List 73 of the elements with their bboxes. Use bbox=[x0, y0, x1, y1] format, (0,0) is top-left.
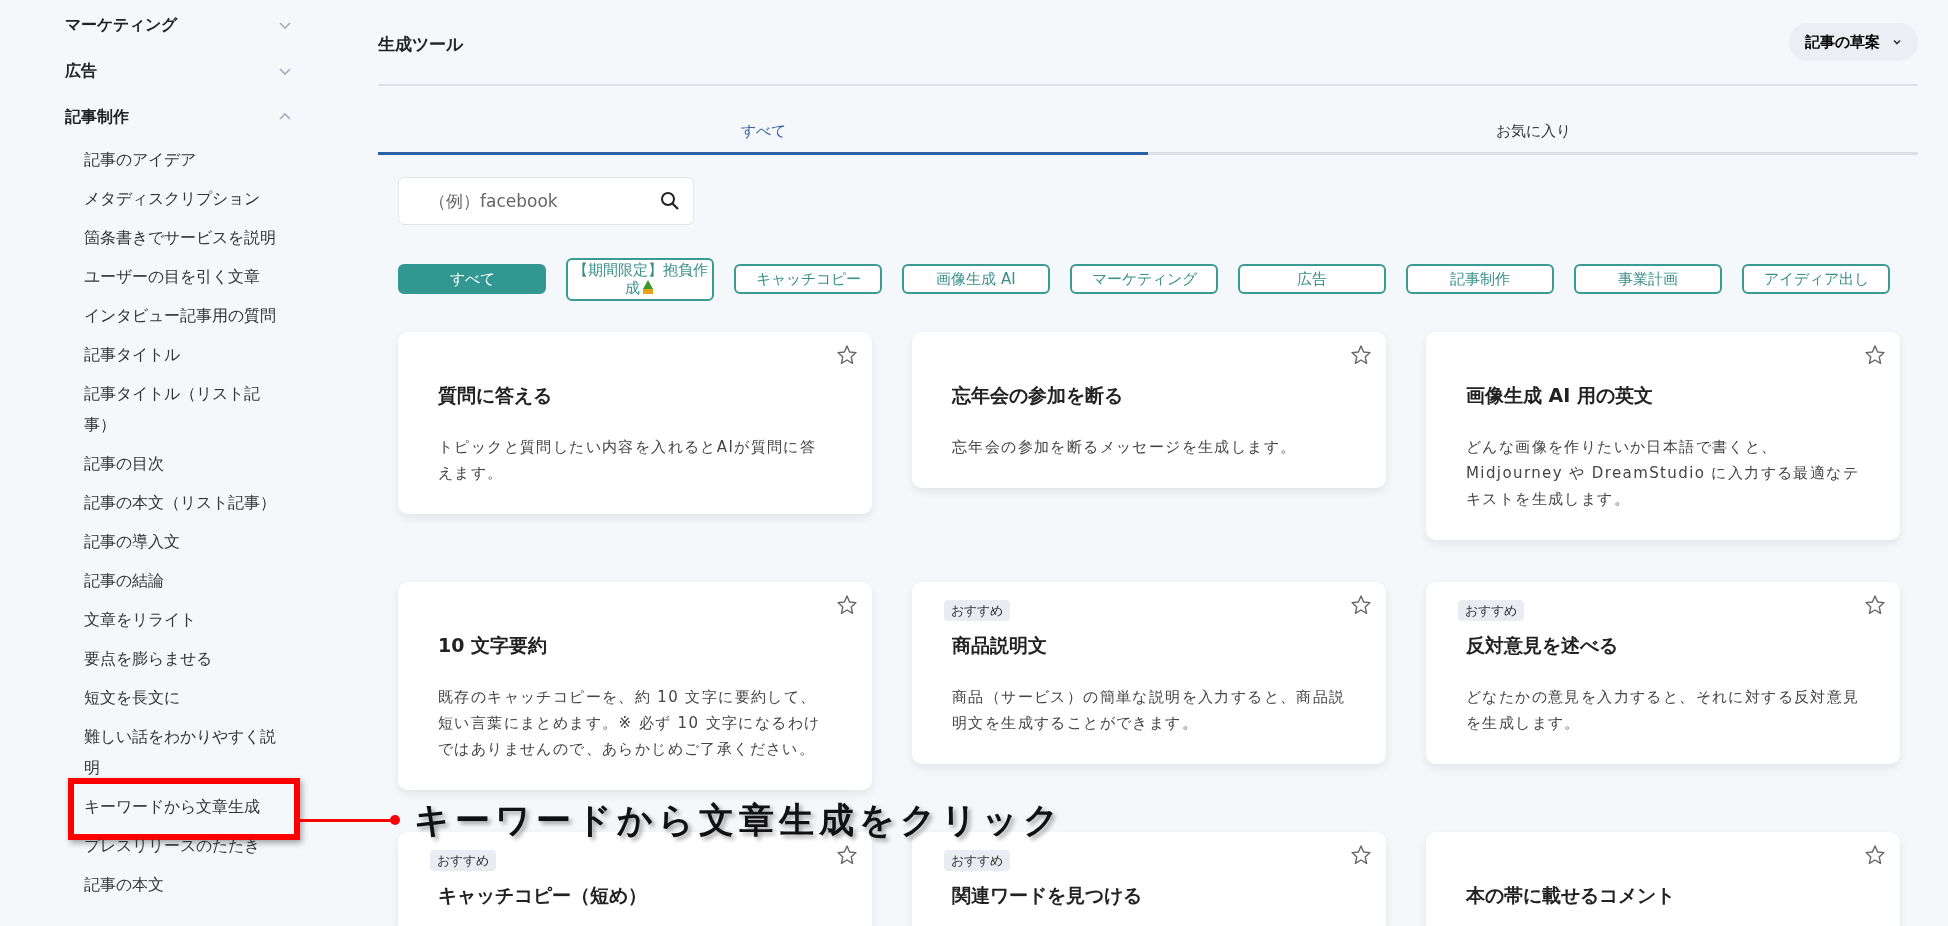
star-icon[interactable] bbox=[836, 593, 858, 616]
recommended-tag: おすすめ bbox=[944, 849, 1010, 871]
sidebar-item[interactable]: 記事の結論 bbox=[65, 561, 330, 600]
card-description: 既存のキャッチコピーを、約 10 文字に要約して、短い言葉にまとめます。※ 必ず 10 文字になるわけではありませんので、あらかじめご了承ください。 bbox=[438, 686, 822, 760]
recommended-tag: おすすめ bbox=[430, 849, 496, 871]
tab[interactable]: すべて bbox=[378, 86, 1148, 155]
star-icon[interactable] bbox=[1350, 343, 1372, 366]
tool-card[interactable]: 質問に答える トピックと質問したい内容を入れるとAIが質問に答えます。 bbox=[398, 331, 872, 514]
tool-card[interactable]: 忘年会の参加を断る 忘年会の参加を断るメッセージを生成します。 bbox=[912, 331, 1386, 488]
sidebar-item[interactable]: 記事タイトル（リスト記事） bbox=[65, 374, 330, 444]
card-description: どなたかの意見を入力すると、それに対する反対意見を生成します。 bbox=[1466, 686, 1860, 734]
annotation-dot bbox=[390, 815, 400, 825]
card-title: キャッチコピー（短め） bbox=[438, 882, 648, 908]
recommended-tag: おすすめ bbox=[1458, 599, 1524, 621]
sidebar-item[interactable]: 記事の目次 bbox=[65, 444, 330, 483]
card-title: 質問に答える bbox=[438, 382, 553, 408]
sidebar-item[interactable]: インタビュー記事用の質問 bbox=[65, 296, 330, 335]
section-label: 記事制作 bbox=[65, 106, 129, 128]
sidebar-item[interactable]: ユーザーの目を引く文章 bbox=[65, 257, 330, 296]
star-icon[interactable] bbox=[836, 843, 858, 866]
card-description: トピックと質問したい内容を入れるとAIが質問に答えます。 bbox=[438, 436, 818, 484]
filter-chip[interactable]: 記事制作 bbox=[1406, 264, 1554, 294]
sidebar-item[interactable]: 記事タイトル bbox=[65, 335, 330, 374]
sidebar-section[interactable]: 広告 bbox=[65, 48, 330, 94]
card-title: 関連ワードを見つける bbox=[952, 882, 1143, 908]
filter-chip[interactable]: 画像生成 AI bbox=[902, 264, 1050, 294]
tool-card[interactable]: 10 文字要約 既存のキャッチコピーを、約 10 文字に要約して、短い言葉にまとめます。※ 必ず 10 文字になるわけではありませんので、あらかじめご了承ください。 bbox=[398, 581, 872, 790]
sidebar-item[interactable]: 記事の本文 bbox=[65, 865, 330, 904]
sidebar-item[interactable]: 短文を長文に bbox=[65, 678, 330, 717]
star-icon[interactable] bbox=[1350, 593, 1372, 616]
tool-card[interactable]: おすすめ 商品説明文 商品（サービス）の簡単な説明を入力すると、商品説明文を生成することができます。 bbox=[912, 581, 1386, 764]
card-description: どんな画像を作りたいか日本語で書くと、Midjourney や DreamStudio に入力する最適なテキストを生成します。 bbox=[1466, 436, 1860, 510]
card-title: 画像生成 AI 用の英文 bbox=[1466, 382, 1654, 408]
search-icon bbox=[660, 190, 680, 211]
sidebar-section[interactable]: 記事制作 bbox=[65, 94, 330, 140]
tool-card[interactable]: 画像生成 AI 用の英文 どんな画像を作りたいか日本語で書くと、Midjourney や DreamStudio に入力する最適なテキストを生成します。 bbox=[1426, 331, 1900, 540]
filter-chip[interactable]: アイディア出し bbox=[1742, 264, 1890, 294]
card-title: 10 文字要約 bbox=[438, 632, 549, 658]
tab[interactable]: お気に入り bbox=[1148, 86, 1918, 155]
filter-chip[interactable]: マーケティング bbox=[1070, 264, 1218, 294]
card-description: 商品（サービス）の簡単な説明を入力すると、商品説明文を生成することができます。 bbox=[952, 686, 1346, 734]
draft-dropdown[interactable]: 記事の草案 bbox=[1789, 22, 1918, 62]
filter-chip[interactable]: 広告 bbox=[1238, 264, 1386, 294]
page-title: 生成ツール bbox=[378, 33, 463, 57]
tool-card[interactable]: 本の帯に載せるコメント bbox=[1426, 831, 1900, 926]
sidebar-item[interactable]: 箇条書きでサービスを説明 bbox=[65, 218, 330, 257]
filter-chip[interactable]: 【期間限定】抱負作成 bbox=[566, 257, 714, 301]
filter-chip[interactable]: 事業計画 bbox=[1574, 264, 1722, 294]
filter-chip[interactable]: すべて bbox=[398, 264, 546, 294]
star-icon[interactable] bbox=[1864, 593, 1886, 616]
caret-icon bbox=[1892, 37, 1902, 47]
sidebar-item[interactable]: メタディスクリプション bbox=[65, 179, 330, 218]
star-icon[interactable] bbox=[1350, 843, 1372, 866]
star-icon[interactable] bbox=[1864, 343, 1886, 366]
filter-chip[interactable]: キャッチコピー bbox=[734, 264, 882, 294]
card-description: 忘年会の参加を断るメッセージを生成します。 bbox=[952, 436, 1298, 458]
recommended-tag: おすすめ bbox=[944, 599, 1010, 621]
sidebar-item[interactable]: 記事の導入文 bbox=[65, 522, 330, 561]
section-label: マーケティング bbox=[65, 14, 177, 36]
star-icon[interactable] bbox=[1864, 843, 1886, 866]
sidebar-item[interactable]: 記事の本文（リスト記事） bbox=[65, 483, 330, 522]
sidebar-item[interactable]: 記事のアイデア bbox=[65, 140, 330, 179]
card-title: 反対意見を述べる bbox=[1466, 632, 1619, 658]
sidebar-item[interactable]: 文章をリライト bbox=[65, 600, 330, 639]
sidebar-section[interactable]: マーケティング bbox=[65, 2, 330, 48]
card-title: 商品説明文 bbox=[952, 632, 1048, 658]
section-label: 広告 bbox=[65, 60, 97, 82]
tool-card[interactable]: おすすめ 反対意見を述べる どなたかの意見を入力すると、それに対する反対意見を生成します。 bbox=[1426, 581, 1900, 764]
sidebar-item[interactable]: 要点を膨らませる bbox=[65, 639, 330, 678]
star-icon[interactable] bbox=[836, 343, 858, 366]
card-title: 本の帯に載せるコメント bbox=[1466, 882, 1676, 908]
card-title: 忘年会の参加を断る bbox=[952, 382, 1124, 408]
search-field[interactable]: （例）facebook bbox=[398, 176, 694, 225]
